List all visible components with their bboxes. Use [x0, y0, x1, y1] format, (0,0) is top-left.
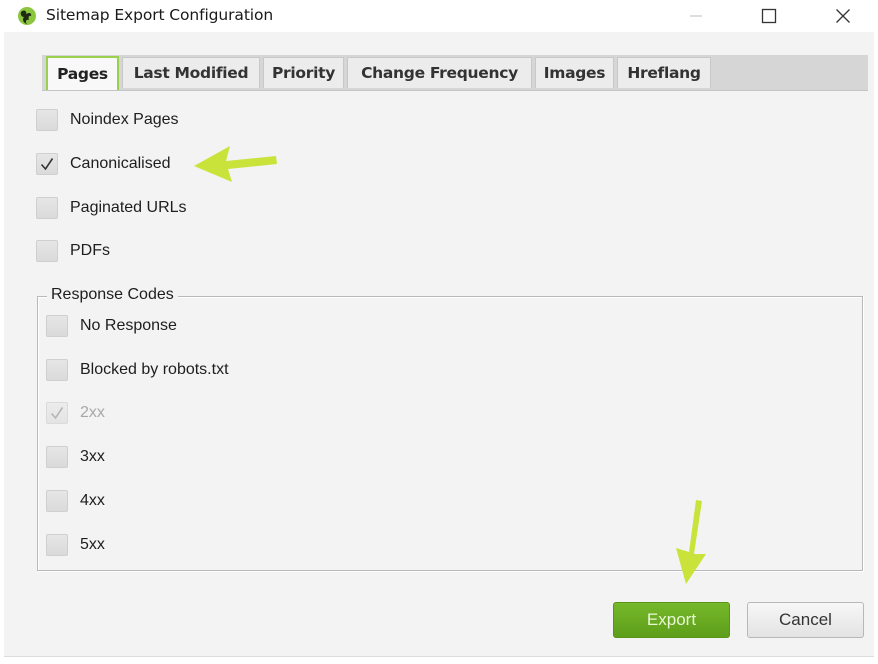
- tab-pages[interactable]: Pages: [46, 56, 119, 90]
- noindex-pages-checkbox[interactable]: Noindex Pages: [36, 109, 179, 131]
- tab-last-modified[interactable]: Last Modified: [122, 57, 260, 88]
- 4xx-checkbox[interactable]: 4xx: [46, 490, 105, 512]
- checkmark-icon: [40, 158, 54, 171]
- checkbox-box[interactable]: [46, 446, 68, 468]
- no-response-checkbox[interactable]: No Response: [46, 315, 177, 337]
- 2xx-checkbox: 2xx: [46, 402, 105, 424]
- group-title: Response Codes: [47, 286, 178, 304]
- tab-images[interactable]: Images: [535, 57, 614, 88]
- pdfs-checkbox[interactable]: PDFs: [36, 240, 110, 262]
- 3xx-checkbox[interactable]: 3xx: [46, 446, 105, 468]
- checkbox-label: Blocked by robots.txt: [80, 361, 229, 378]
- checkbox-box[interactable]: [46, 359, 68, 381]
- window-title: Sitemap Export Configuration: [46, 6, 274, 24]
- checkmark-icon: [50, 407, 64, 420]
- checkbox-box: [46, 402, 68, 424]
- tab-bar: Pages Last Modified Priority Change Freq…: [42, 55, 868, 91]
- tab-change-frequency[interactable]: Change Frequency: [347, 57, 532, 88]
- tab-label: Images: [543, 64, 606, 82]
- checkbox-box[interactable]: [36, 153, 58, 175]
- tab-label: Pages: [57, 65, 108, 83]
- checkbox-box[interactable]: [36, 240, 58, 262]
- checkbox-label: No Response: [80, 317, 177, 334]
- maximize-icon: [761, 8, 777, 24]
- paginated-urls-checkbox[interactable]: Paginated URLs: [36, 197, 187, 219]
- dialog-body: Pages Last Modified Priority Change Freq…: [4, 32, 874, 657]
- canonicalised-checkbox[interactable]: Canonicalised: [36, 153, 171, 175]
- close-icon: [836, 9, 850, 23]
- checkbox-label: 2xx: [80, 404, 105, 421]
- checkbox-box[interactable]: [36, 109, 58, 131]
- maximize-button[interactable]: [746, 0, 792, 32]
- checkbox-label: PDFs: [70, 242, 110, 259]
- app-logo-icon: [18, 7, 36, 25]
- minimize-icon: [690, 15, 702, 17]
- tab-priority[interactable]: Priority: [263, 57, 344, 88]
- checkbox-label: 4xx: [80, 492, 105, 509]
- tab-hreflang[interactable]: Hreflang: [617, 57, 711, 88]
- tab-label: Priority: [271, 64, 336, 82]
- blocked-by-robots-checkbox[interactable]: Blocked by robots.txt: [46, 359, 229, 381]
- checkbox-box[interactable]: [46, 490, 68, 512]
- checkbox-label: Canonicalised: [70, 155, 171, 172]
- checkbox-box[interactable]: [46, 315, 68, 337]
- close-button[interactable]: [820, 0, 866, 32]
- export-button[interactable]: Export: [613, 602, 730, 638]
- checkbox-box[interactable]: [46, 534, 68, 556]
- checkbox-box[interactable]: [36, 197, 58, 219]
- cancel-button[interactable]: Cancel: [747, 602, 864, 638]
- checkbox-label: 5xx: [80, 536, 105, 553]
- tab-label: Last Modified: [133, 64, 249, 82]
- 5xx-checkbox[interactable]: 5xx: [46, 534, 105, 556]
- tab-label: Change Frequency: [361, 64, 518, 82]
- minimize-button[interactable]: [673, 0, 719, 32]
- checkbox-label: 3xx: [80, 448, 105, 465]
- checkbox-label: Noindex Pages: [70, 111, 179, 128]
- response-codes-group: Response Codes: [37, 286, 863, 571]
- checkbox-label: Paginated URLs: [70, 199, 187, 216]
- title-bar: Sitemap Export Configuration: [0, 0, 878, 32]
- tab-label: Hreflang: [627, 64, 701, 82]
